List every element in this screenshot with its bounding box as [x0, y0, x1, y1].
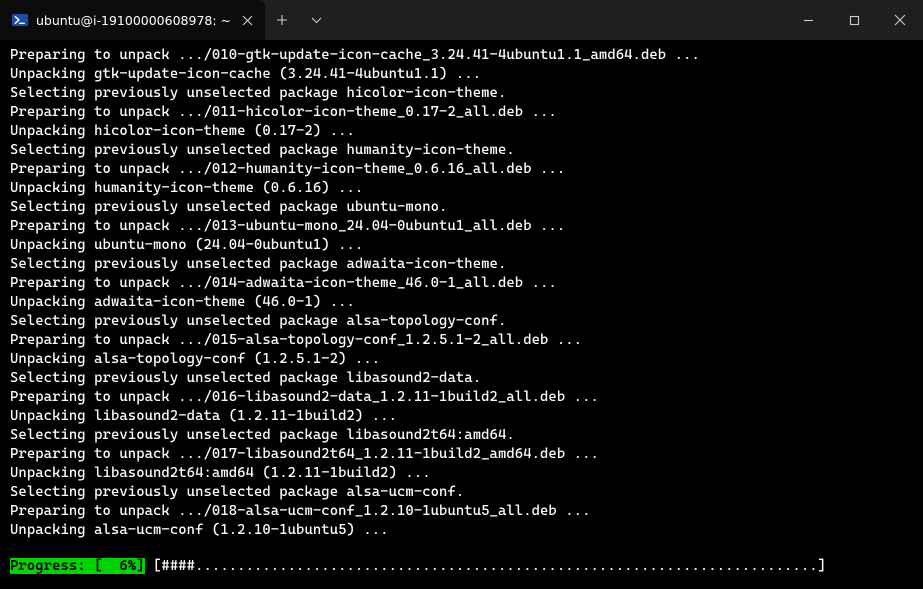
window-titlebar: ubuntu@i-19100000608978: ~ [0, 0, 923, 40]
maximize-icon [849, 15, 860, 26]
progress-bar: [####...................................… [145, 558, 835, 574]
progress-label: Progress: [ 6%] [10, 558, 145, 574]
progress-line: Progress: [ 6%] [####...................… [10, 557, 913, 576]
plus-icon [276, 14, 288, 26]
tabbar-controls [265, 0, 333, 40]
chevron-down-icon [311, 17, 322, 24]
titlebar-drag-area[interactable] [333, 0, 785, 40]
powershell-icon [12, 12, 28, 28]
terminal-output[interactable]: Preparing to unpack .../010-gtk-update-i… [0, 40, 923, 589]
minimize-icon [803, 15, 814, 26]
terminal-tab[interactable]: ubuntu@i-19100000608978: ~ [0, 0, 265, 40]
new-tab-button[interactable] [265, 0, 299, 40]
tab-title: ubuntu@i-19100000608978: ~ [36, 13, 231, 28]
window-minimize-button[interactable] [785, 0, 831, 40]
close-icon [242, 15, 253, 26]
close-icon [894, 14, 906, 26]
terminal-lines: Preparing to unpack .../010-gtk-update-i… [10, 46, 913, 540]
window-maximize-button[interactable] [831, 0, 877, 40]
tab-close-button[interactable] [239, 12, 255, 28]
tab-dropdown-button[interactable] [299, 0, 333, 40]
window-close-button[interactable] [877, 0, 923, 40]
